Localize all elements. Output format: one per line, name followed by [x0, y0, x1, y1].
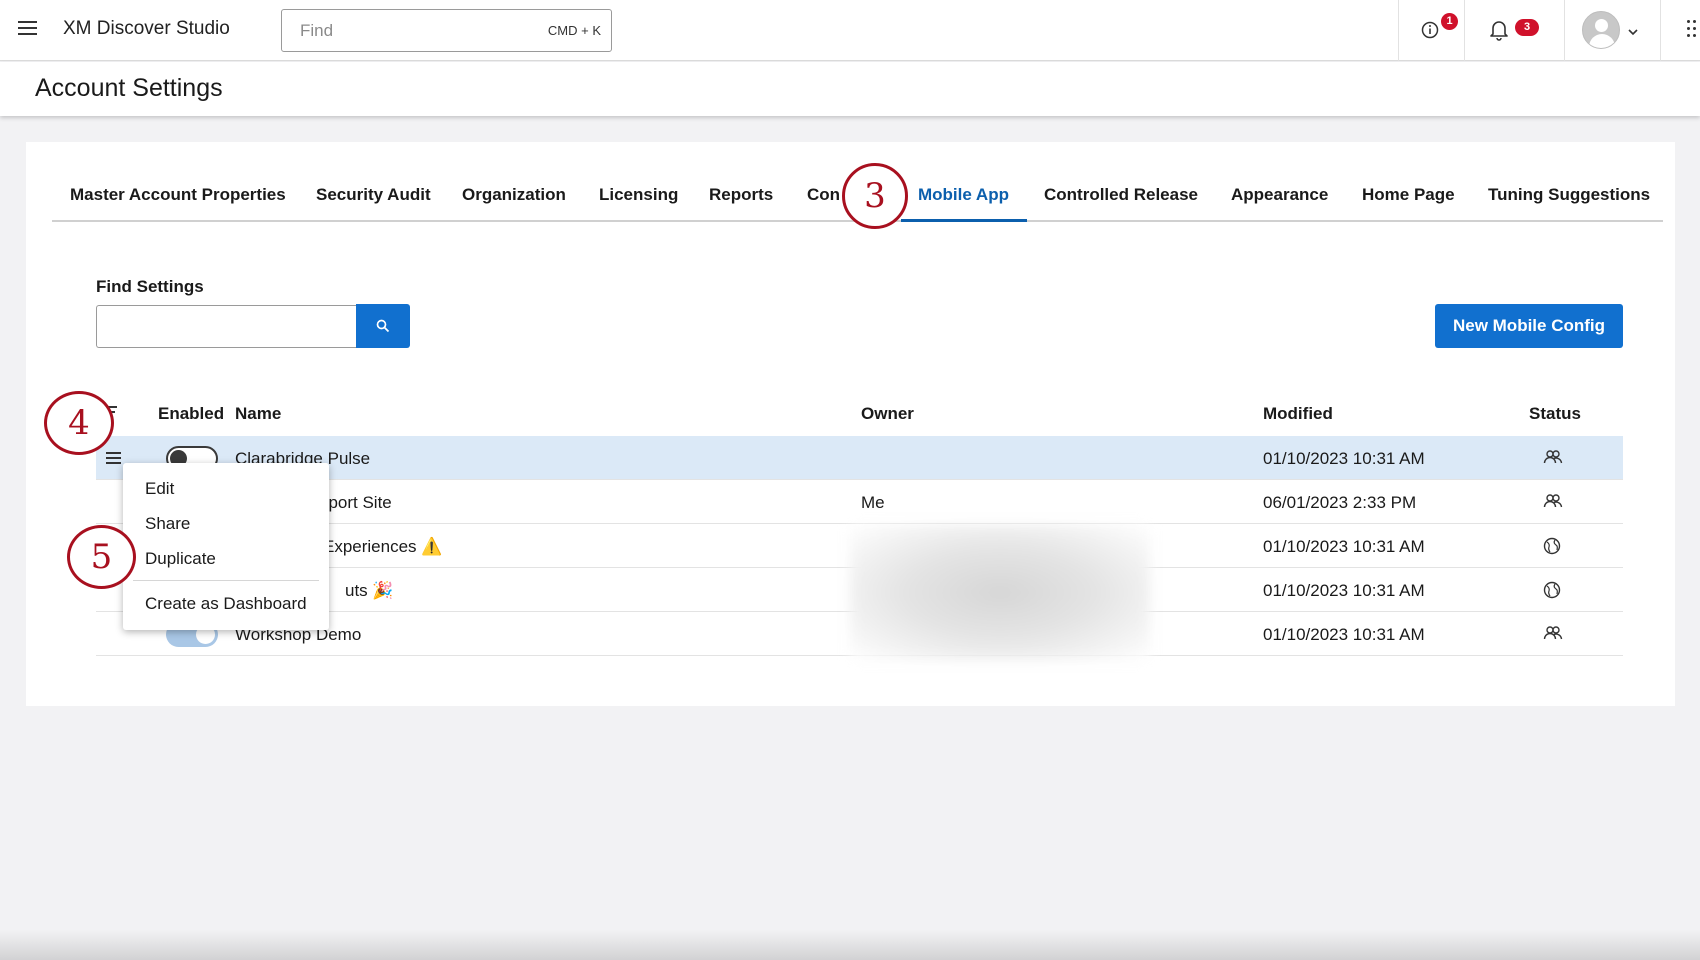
notifications-badge: 3	[1515, 19, 1539, 36]
top-navigation-bar: XM Discover Studio CMD + K 1 3	[0, 0, 1700, 61]
tab-master-account-properties[interactable]: Master Account Properties	[70, 185, 286, 205]
column-header-owner[interactable]: Owner	[861, 404, 914, 424]
app-launcher-grid-icon[interactable]	[1687, 20, 1700, 40]
find-shortcut-hint: CMD + K	[547, 23, 601, 38]
step-callout-3: 3	[842, 163, 908, 229]
column-header-enabled[interactable]: Enabled	[158, 404, 224, 424]
redacted-area	[850, 525, 1150, 660]
bottom-shadow	[0, 930, 1700, 960]
tab-con[interactable]: Con	[807, 185, 840, 205]
tab-security-audit[interactable]: Security Audit	[316, 185, 431, 205]
row-modified: 01/10/2023 10:31 AM	[1263, 537, 1425, 556]
row-modified: 06/01/2023 2:33 PM	[1263, 493, 1417, 512]
chevron-down-icon[interactable]	[1627, 24, 1639, 42]
info-icon[interactable]	[1421, 21, 1439, 44]
hamburger-menu-icon[interactable]	[18, 21, 37, 37]
tab-tuning-suggestions[interactable]: Tuning Suggestions	[1488, 185, 1650, 205]
divider	[1564, 0, 1565, 61]
page-header: Account Settings	[0, 62, 1700, 116]
bell-icon[interactable]	[1489, 19, 1509, 46]
row-menu-icon[interactable]	[106, 452, 121, 467]
global-find-box[interactable]: CMD + K	[281, 9, 612, 52]
public-globe-icon	[1543, 537, 1561, 560]
row-modified: 01/10/2023 10:31 AM	[1263, 625, 1425, 644]
divider	[1464, 0, 1465, 61]
column-header-name[interactable]: Name	[235, 404, 281, 424]
tab-controlled-release[interactable]: Controlled Release	[1044, 185, 1198, 205]
menu-divider	[133, 580, 319, 581]
new-mobile-config-button[interactable]: New Mobile Config	[1435, 304, 1623, 348]
row-owner: Me	[861, 493, 885, 512]
find-settings-field[interactable]	[96, 305, 358, 348]
step-callout-5: 5	[67, 525, 136, 589]
column-header-modified[interactable]: Modified	[1263, 404, 1333, 424]
tab-appearance[interactable]: Appearance	[1231, 185, 1328, 205]
step-callout-4: 4	[44, 391, 114, 455]
info-badge: 1	[1441, 13, 1458, 30]
public-globe-icon	[1543, 581, 1561, 604]
row-modified: 01/10/2023 10:31 AM	[1263, 449, 1425, 468]
global-find-input[interactable]	[300, 21, 520, 41]
shared-users-icon	[1543, 449, 1563, 470]
row-modified: 01/10/2023 10:31 AM	[1263, 581, 1425, 600]
tab-organization[interactable]: Organization	[462, 185, 566, 205]
divider	[1398, 0, 1399, 61]
shared-users-icon	[1543, 625, 1563, 646]
divider	[1660, 0, 1661, 61]
row-context-menu: Edit Share Duplicate Create as Dashboard	[123, 463, 329, 630]
menu-item-duplicate[interactable]: Duplicate	[145, 549, 216, 569]
search-icon	[376, 319, 390, 333]
menu-item-create-as-dashboard[interactable]: Create as Dashboard	[145, 594, 307, 614]
tab-licensing[interactable]: Licensing	[599, 185, 678, 205]
search-button[interactable]	[356, 304, 410, 348]
find-settings-input[interactable]	[97, 306, 358, 347]
tab-reports[interactable]: Reports	[709, 185, 773, 205]
menu-item-edit[interactable]: Edit	[145, 479, 174, 499]
row-name[interactable]: uts 🎉	[345, 581, 394, 601]
page-title: Account Settings	[35, 74, 223, 102]
avatar[interactable]	[1582, 11, 1620, 49]
tab-mobile-app[interactable]: Mobile App	[918, 185, 1009, 205]
menu-item-share[interactable]: Share	[145, 514, 190, 534]
find-settings-label: Find Settings	[96, 277, 204, 296]
shared-users-icon	[1543, 493, 1563, 514]
tab-home-page[interactable]: Home Page	[1362, 185, 1455, 205]
app-title: XM Discover Studio	[63, 18, 230, 39]
row-name[interactable]: Experiences ⚠️	[323, 537, 442, 557]
column-header-status[interactable]: Status	[1529, 404, 1581, 424]
row-name[interactable]: pport Site	[319, 493, 392, 513]
active-tab-indicator	[901, 219, 1027, 222]
